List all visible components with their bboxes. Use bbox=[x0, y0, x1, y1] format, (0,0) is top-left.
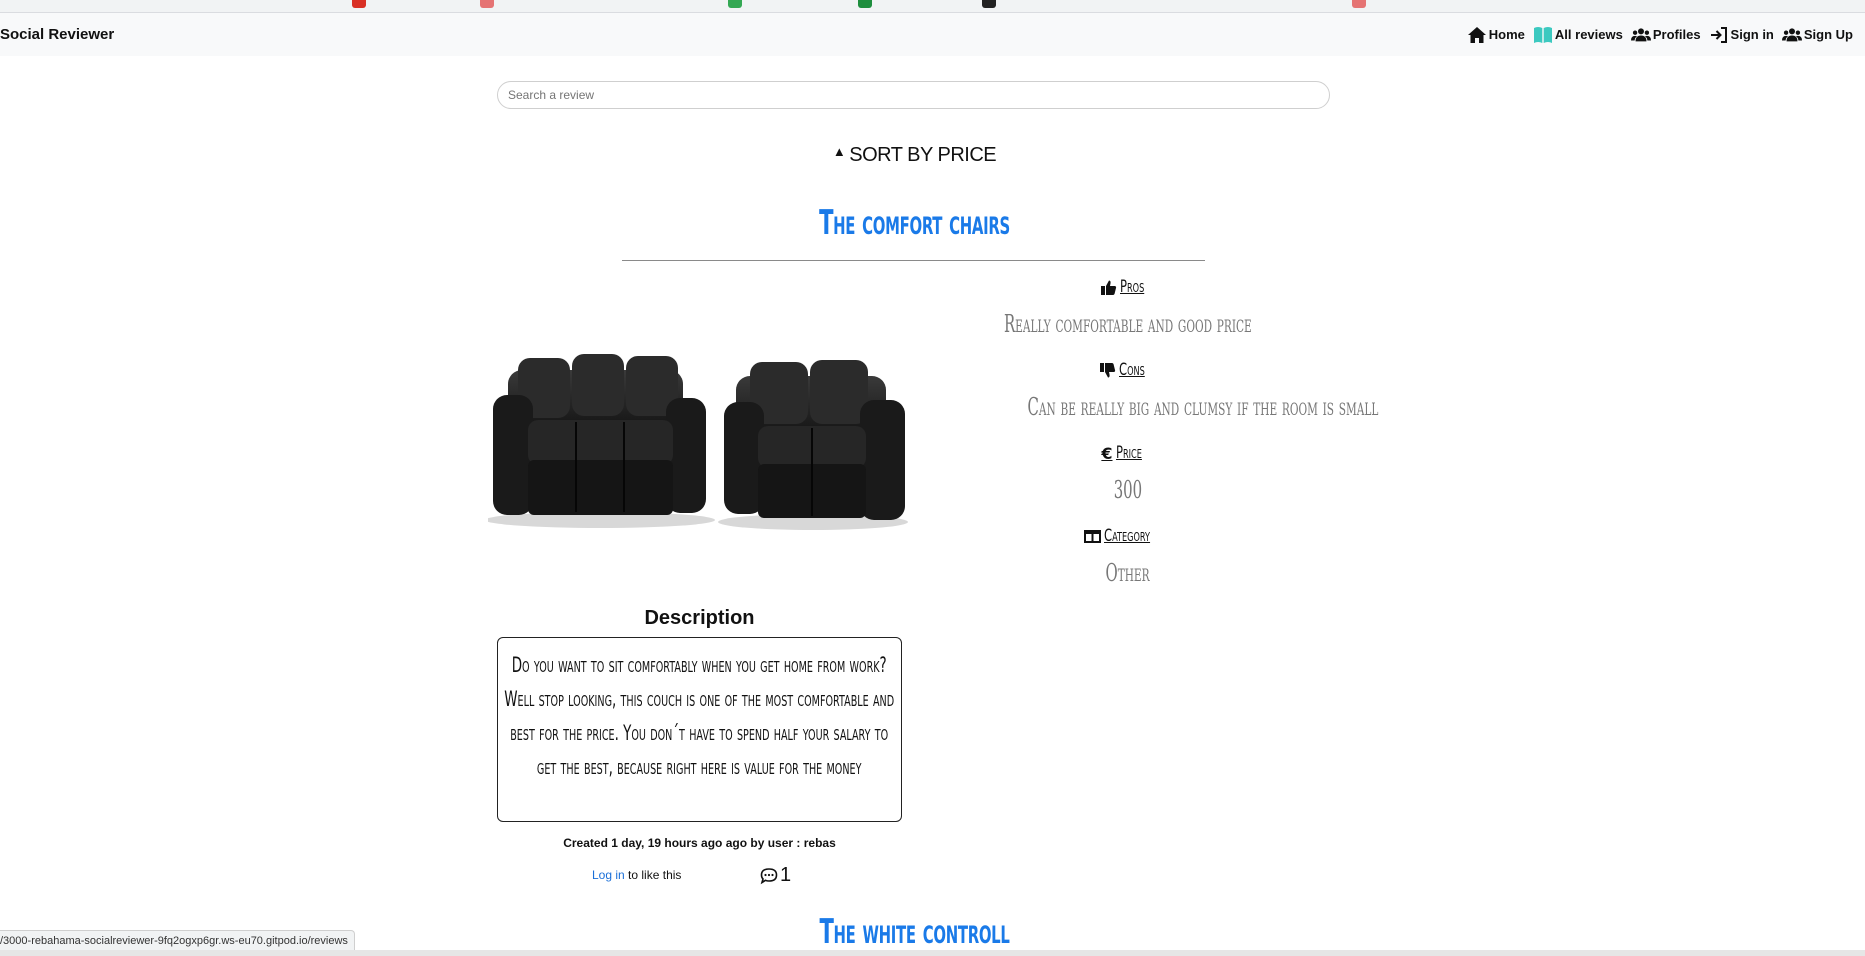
sign-in-icon bbox=[1710, 26, 1727, 43]
thumbs-up-icon bbox=[1100, 280, 1116, 295]
review-title[interactable]: The white controll bbox=[348, 912, 1482, 952]
nav-sign-up[interactable]: Sign Up bbox=[1781, 26, 1853, 44]
nav-all-reviews[interactable]: All reviews bbox=[1533, 26, 1623, 44]
created-info: Created 1 day, 19 hours ago ago by user … bbox=[563, 836, 836, 850]
category-value: Other bbox=[1105, 559, 1150, 587]
status-bar-url: /3000-rebahama-socialreviewer-9fq2ogxp6g… bbox=[0, 930, 355, 952]
bookmark-icon[interactable] bbox=[352, 0, 366, 8]
nav-profiles-label: Profiles bbox=[1652, 27, 1701, 42]
description-heading: Description bbox=[644, 607, 755, 629]
divider bbox=[622, 260, 1205, 261]
nav-home-label: Home bbox=[1488, 27, 1525, 42]
pros-value: Really comfortable and good price bbox=[1003, 310, 1252, 338]
user-plus-icon bbox=[1781, 27, 1802, 41]
nav-sign-in[interactable]: Sign in bbox=[1709, 26, 1774, 44]
brand-logo[interactable]: Social Reviewer bbox=[0, 26, 114, 43]
review-title[interactable]: The comfort chairs bbox=[348, 203, 1482, 243]
top-navbar: Social Reviewer Home All reviews Profile… bbox=[0, 13, 1865, 56]
nav-links: Home All reviews Profiles Sign in Sign U… bbox=[1467, 26, 1865, 44]
caret-up-icon: ▲ bbox=[832, 144, 846, 159]
pros-label: Pros bbox=[920, 272, 1335, 302]
users-icon bbox=[1630, 27, 1651, 41]
nav-home[interactable]: Home bbox=[1467, 26, 1525, 44]
bookmark-icon[interactable] bbox=[858, 0, 872, 8]
comment-count: 1 bbox=[780, 864, 792, 886]
category-icon bbox=[1083, 529, 1101, 543]
sort-by-price-button[interactable]: ▲ SORT BY PRICE bbox=[0, 144, 1829, 167]
comment-icon bbox=[760, 867, 778, 884]
nav-profiles[interactable]: Profiles bbox=[1630, 26, 1701, 44]
nav-all-reviews-label: All reviews bbox=[1554, 27, 1623, 42]
description-text: Do you want to sit comfortably when you … bbox=[504, 653, 895, 779]
nav-sign-up-label: Sign Up bbox=[1803, 27, 1853, 42]
review-details: Pros Really comfortable and good price C… bbox=[920, 272, 1379, 604]
book-icon bbox=[1533, 26, 1552, 43]
price-value: 300 bbox=[1113, 476, 1142, 504]
euro-icon: € bbox=[1101, 443, 1113, 463]
category-label: Category bbox=[920, 521, 1335, 551]
thumbs-down-icon bbox=[1099, 362, 1115, 377]
search-input[interactable] bbox=[497, 81, 1330, 109]
like-row: Log in to like this bbox=[592, 868, 681, 882]
cons-value: Can be really big and clumsy if the room… bbox=[1027, 393, 1379, 421]
comments-count[interactable]: 1 bbox=[760, 864, 791, 887]
bookmark-icon[interactable] bbox=[728, 0, 742, 8]
product-image bbox=[488, 354, 908, 530]
horizontal-scrollbar[interactable] bbox=[0, 950, 1865, 956]
login-link[interactable]: Log in bbox=[592, 868, 625, 882]
home-icon bbox=[1467, 26, 1486, 43]
bookmark-icon[interactable] bbox=[1352, 0, 1366, 8]
description-box: Do you want to sit comfortably when you … bbox=[497, 637, 902, 822]
sort-label: SORT BY PRICE bbox=[849, 144, 997, 166]
bookmarks-bar bbox=[0, 0, 1865, 13]
bookmark-icon[interactable] bbox=[982, 0, 996, 8]
like-text: to like this bbox=[628, 868, 682, 882]
price-label: € Price bbox=[1101, 443, 1142, 463]
nav-sign-in-label: Sign in bbox=[1730, 27, 1774, 42]
bookmark-icon[interactable] bbox=[480, 0, 494, 8]
cons-label: Cons bbox=[920, 355, 1335, 385]
